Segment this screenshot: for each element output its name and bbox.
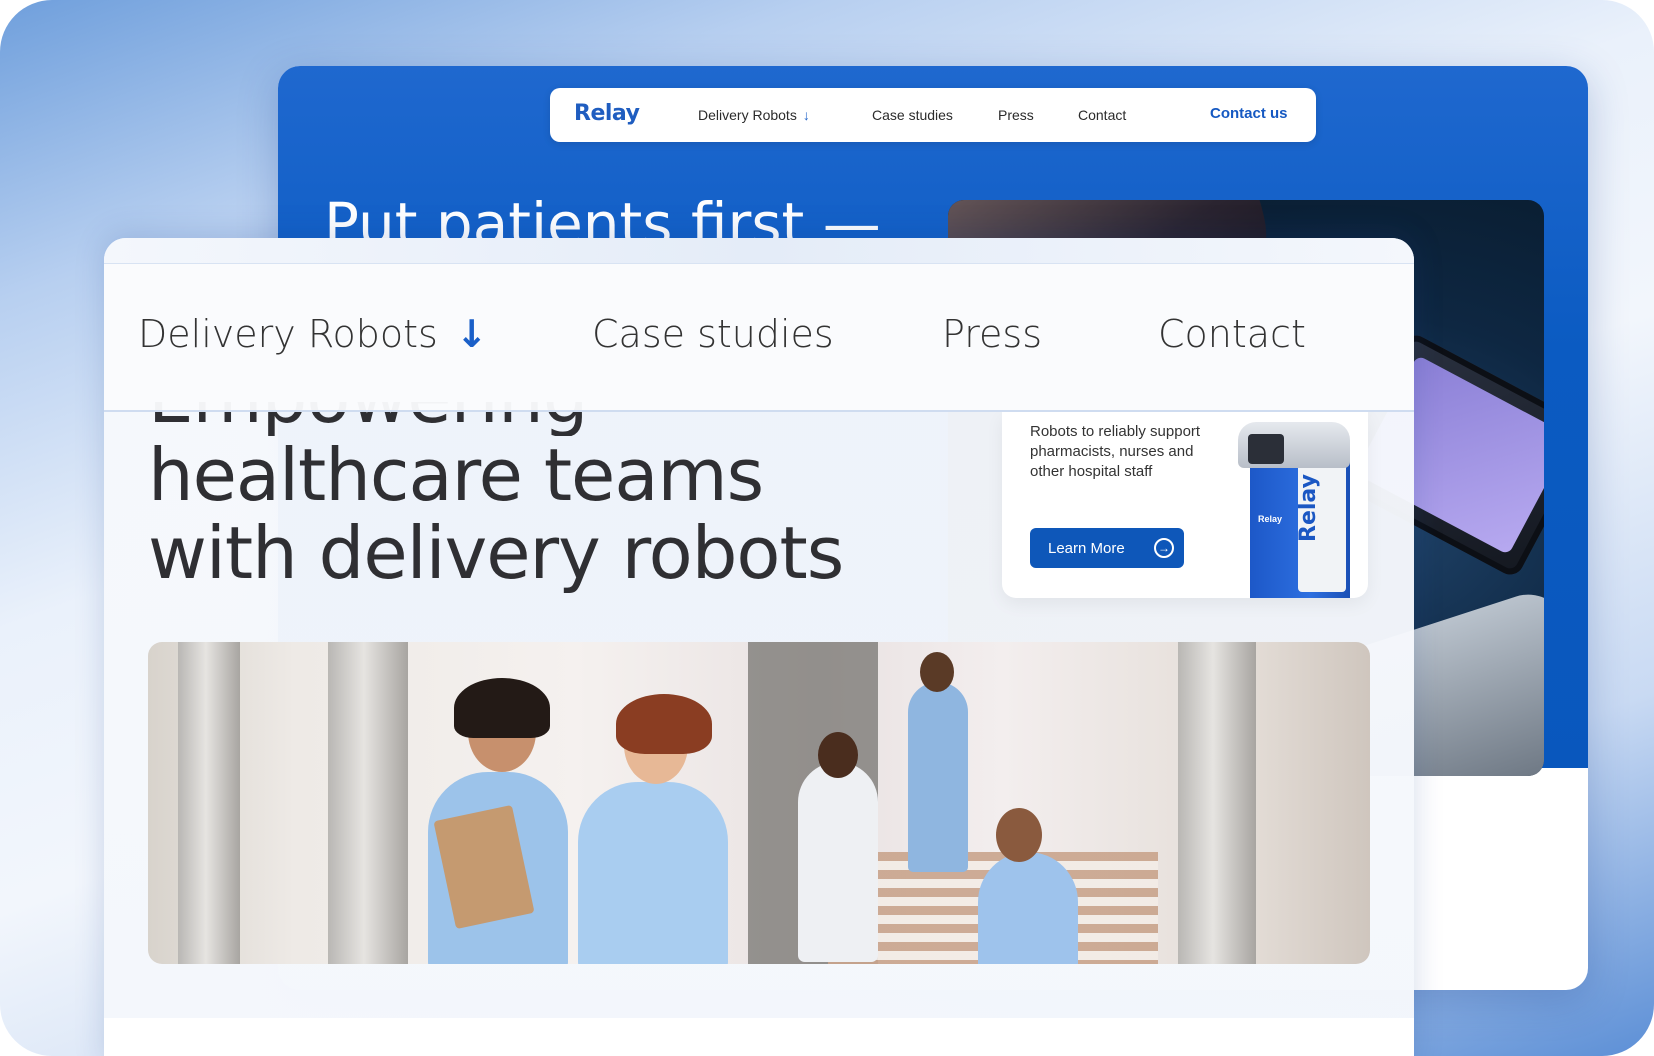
hero-line-2: healthcare teams	[148, 433, 764, 517]
robot-screen	[1248, 434, 1284, 464]
arrow-right-circle-icon: →	[1154, 538, 1174, 558]
hero-photo-nurses	[148, 642, 1370, 964]
robot-small-brand: Relay	[1258, 514, 1283, 524]
back-nav-case-studies[interactable]: Case studies	[872, 107, 953, 123]
front-bottom-strip	[104, 1018, 1414, 1056]
hero-line-3: with delivery robots	[148, 511, 844, 595]
front-browser-window: Empowering healthcare teams with deliver…	[104, 238, 1414, 1056]
back-nav-press[interactable]: Press	[998, 107, 1034, 123]
background-frame: Relay Delivery Robots Case studies Press…	[0, 0, 1654, 1056]
nurse-1-hair	[454, 678, 550, 738]
nurse-3-face	[920, 652, 954, 692]
back-nav-delivery-robots[interactable]: Delivery Robots	[698, 107, 810, 123]
relay-logo[interactable]: Relay	[574, 101, 640, 126]
hero-heading: Empowering healthcare teams with deliver…	[148, 402, 1008, 595]
back-nav-contact[interactable]: Contact	[1078, 107, 1126, 123]
window-top-bar	[104, 238, 1414, 264]
arrow-down-icon: ↓	[455, 312, 488, 356]
promo-text: Robots to reliably support pharmacists, …	[1030, 423, 1201, 480]
doctor	[798, 762, 878, 962]
nurse-2	[578, 782, 728, 964]
nav-case-studies[interactable]: Case studies	[592, 312, 834, 356]
learn-more-button[interactable]: Learn More →	[1030, 528, 1184, 568]
back-navbar: Relay Delivery Robots Case studies Press…	[550, 88, 1316, 142]
nurse-2-hair	[616, 694, 712, 754]
nav-delivery-robots-label: Delivery Robots	[138, 312, 438, 356]
learn-more-label: Learn More	[1048, 539, 1125, 557]
nav-press[interactable]: Press	[942, 312, 1042, 356]
contact-us-link[interactable]: Contact us	[1210, 105, 1288, 122]
promo-card: Robots to reliably support pharmacists, …	[1002, 412, 1368, 598]
robot-head	[1238, 422, 1350, 468]
pillar-left	[178, 642, 240, 964]
nurse-3	[908, 682, 968, 872]
doctor-face	[818, 732, 858, 778]
nav-contact[interactable]: Contact	[1158, 312, 1306, 356]
robot-brand: Relay	[1296, 474, 1321, 542]
nurse-4-face	[996, 808, 1042, 862]
nav-delivery-robots[interactable]: Delivery Robots ↓	[138, 312, 488, 356]
nurse-4	[978, 852, 1078, 964]
pillar-left-2	[328, 642, 408, 964]
relay-robot-image: Relay Relay	[1238, 422, 1350, 598]
pillar-right	[1178, 642, 1256, 964]
front-navbar: Delivery Robots ↓ Case studies Press Cont…	[104, 264, 1414, 412]
